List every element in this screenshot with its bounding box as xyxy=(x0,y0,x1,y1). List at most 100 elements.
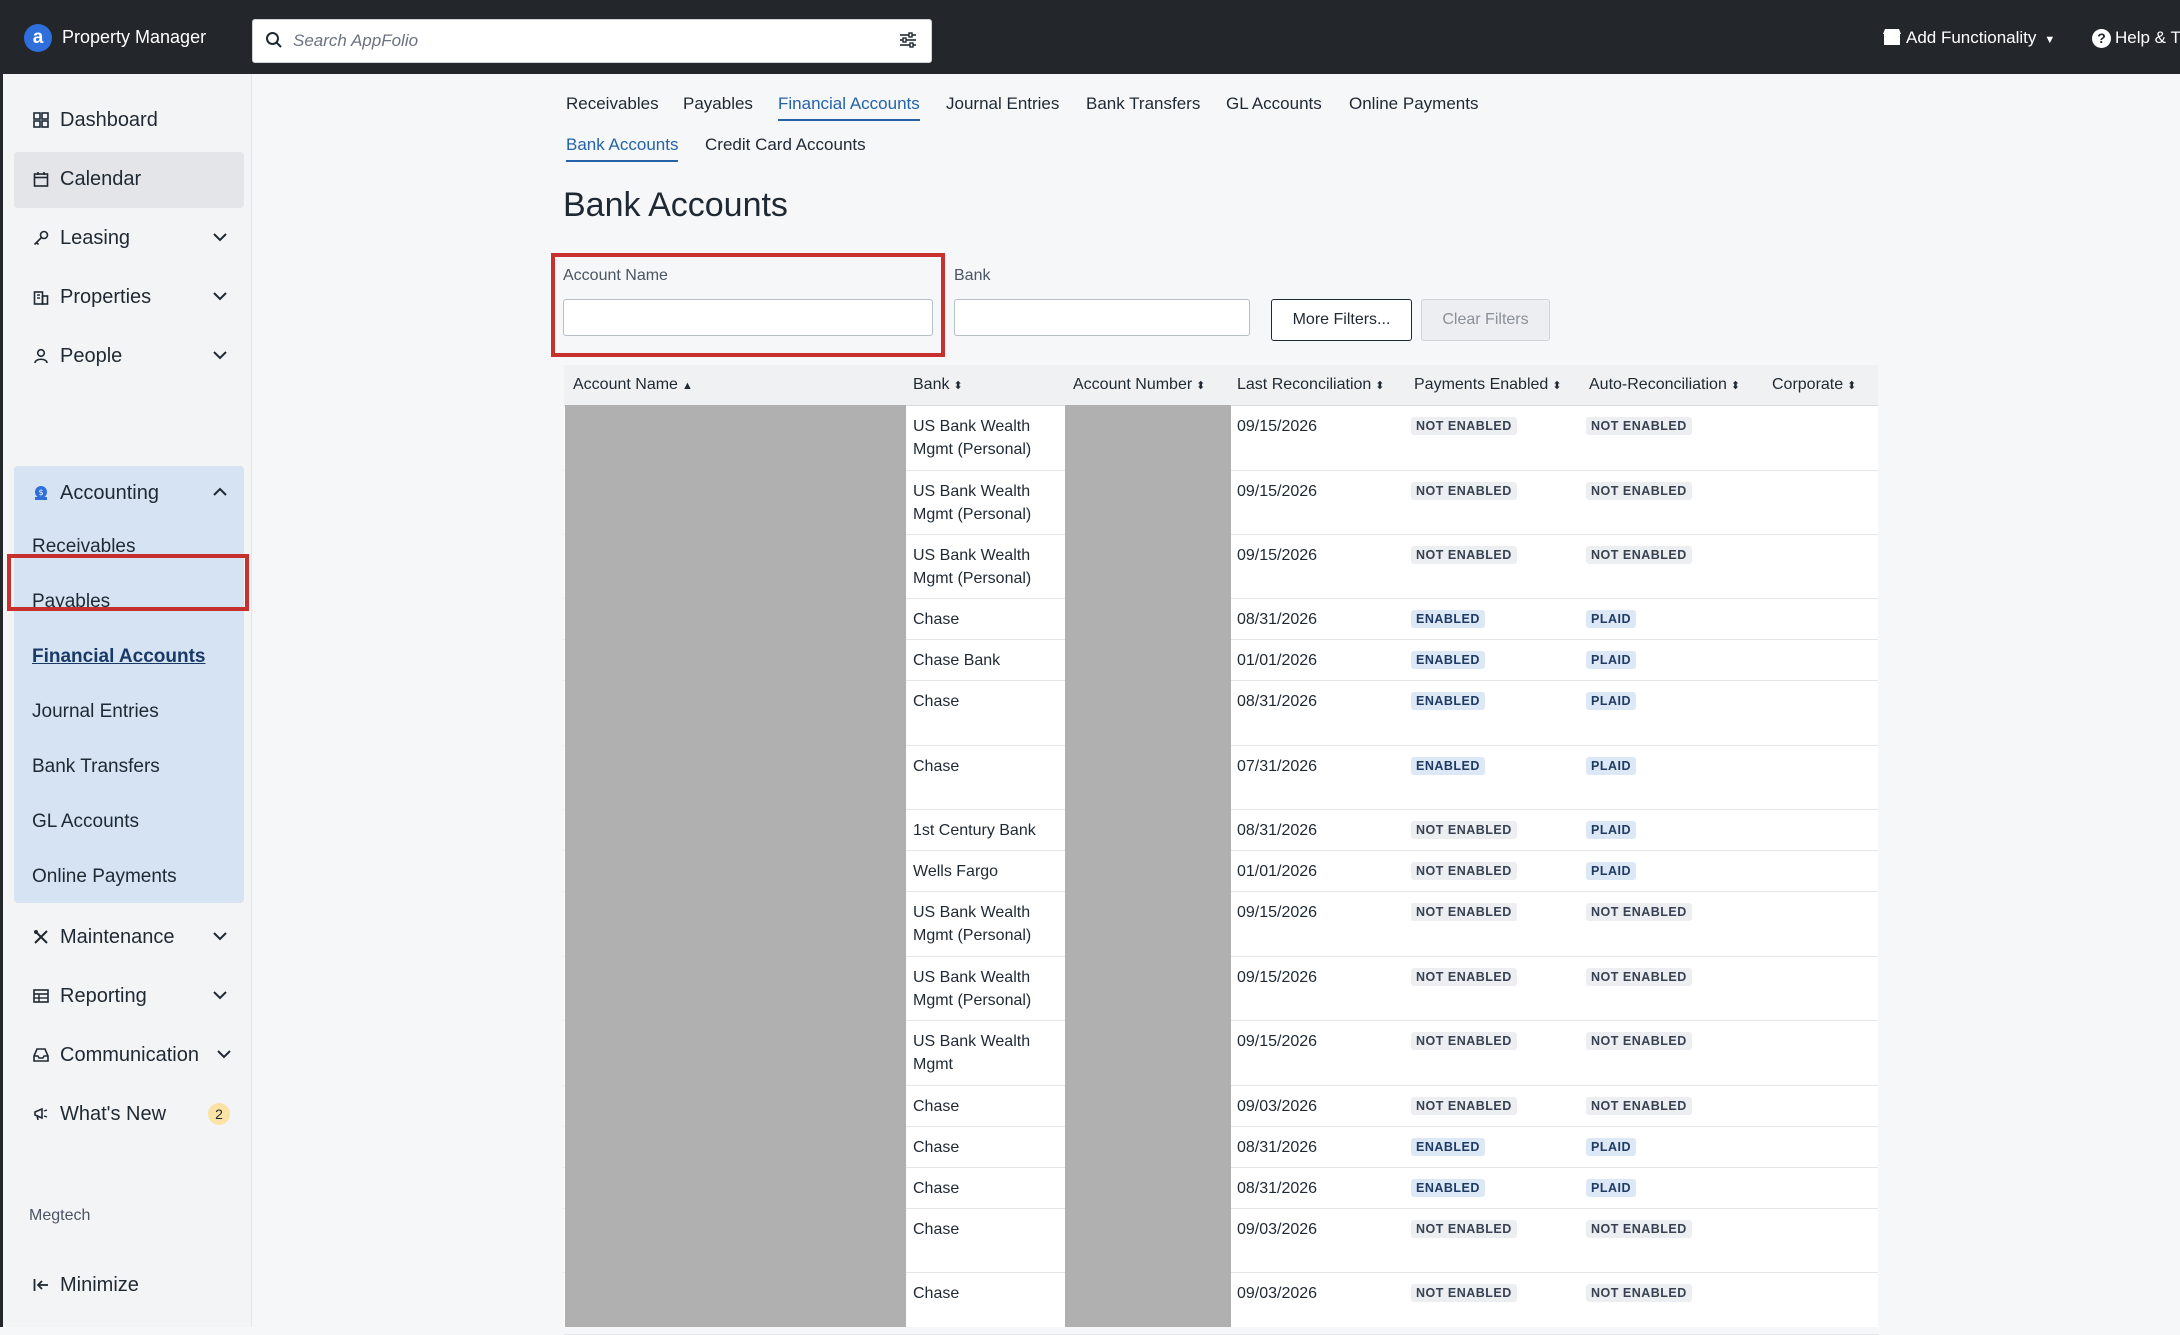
auto-reconciliation-badge: PLAID xyxy=(1586,862,1636,880)
chevron-down-icon xyxy=(213,932,227,941)
payments-enabled-badge: NOT ENABLED xyxy=(1411,862,1517,880)
auto-reconciliation-badge: PLAID xyxy=(1586,1138,1636,1156)
svg-text:$: $ xyxy=(38,488,43,497)
sidebar-item-label: Communication xyxy=(60,1044,199,1066)
sidebar-item-people[interactable]: People xyxy=(14,329,244,385)
auto-reconciliation-badge: NOT ENABLED xyxy=(1586,903,1692,921)
help-icon: ? xyxy=(2092,29,2111,48)
bank-cell: Chase xyxy=(913,1180,960,1197)
top-bar: a Property Manager Add Functionality ▼ ?H… xyxy=(0,0,2180,74)
sidebar-item-reporting[interactable]: Reporting xyxy=(14,969,244,1025)
payments-enabled-badge: ENABLED xyxy=(1411,692,1485,710)
column-header-account-name[interactable]: Account Name ▲ xyxy=(573,376,693,394)
column-header-account-number[interactable]: Account Number ⬍ xyxy=(1073,376,1205,394)
bank-cell: Chase Bank xyxy=(913,652,1001,669)
payments-enabled-badge: NOT ENABLED xyxy=(1411,968,1517,986)
column-header-bank[interactable]: Bank ⬍ xyxy=(913,376,963,394)
sidebar-subitem-journal-entries[interactable]: Journal Entries xyxy=(32,701,159,723)
payments-enabled-badge: NOT ENABLED xyxy=(1411,903,1517,921)
accounting-group: $ Accounting Receivables Payables Financ… xyxy=(14,466,244,903)
search-input[interactable] xyxy=(291,20,885,62)
subtab-bank-accounts[interactable]: Bank Accounts xyxy=(566,135,679,162)
sort-icon: ⬍ xyxy=(1552,380,1562,392)
calendar-icon xyxy=(33,172,49,187)
payments-enabled-badge: NOT ENABLED xyxy=(1411,1097,1517,1115)
tab-gl-accounts[interactable]: GL Accounts xyxy=(1226,94,1322,114)
column-header-payments-enabled[interactable]: Payments Enabled ⬍ xyxy=(1414,376,1562,394)
chevron-up-icon xyxy=(213,487,227,496)
person-icon xyxy=(34,348,48,364)
megaphone-icon xyxy=(34,1107,48,1121)
sidebar-item-dashboard[interactable]: Dashboard xyxy=(14,93,244,149)
sidebar-subitem-online-payments[interactable]: Online Payments xyxy=(32,866,177,888)
add-functionality-button[interactable]: Add Functionality ▼ xyxy=(1882,28,2055,48)
auto-reconciliation-badge: NOT ENABLED xyxy=(1586,482,1692,500)
accounting-icon: $ xyxy=(35,486,47,500)
more-filters-button[interactable]: More Filters... xyxy=(1271,299,1412,341)
chevron-down-icon xyxy=(213,991,227,1000)
column-header-auto-reconciliation[interactable]: Auto-Reconciliation ⬍ xyxy=(1589,376,1740,394)
sidebar-item-communication[interactable]: Communication xyxy=(14,1028,244,1084)
tab-receivables[interactable]: Receivables xyxy=(566,94,659,114)
sort-icon: ⬍ xyxy=(1375,380,1385,392)
payments-enabled-badge: NOT ENABLED xyxy=(1411,482,1517,500)
clear-filters-button[interactable]: Clear Filters xyxy=(1421,299,1550,341)
last-reconciliation-cell: 09/15/2026 xyxy=(1237,483,1318,500)
auto-reconciliation-badge: NOT ENABLED xyxy=(1586,1220,1692,1238)
payments-enabled-badge: ENABLED xyxy=(1411,1179,1485,1197)
sort-icon: ⬍ xyxy=(1196,380,1206,392)
search-box[interactable] xyxy=(252,19,932,63)
sort-icon: ⬍ xyxy=(1730,380,1741,392)
tab-bank-transfers[interactable]: Bank Transfers xyxy=(1086,94,1200,114)
sidebar-item-label: Minimize xyxy=(60,1274,139,1296)
sidebar-item-whats-new[interactable]: What's New 2 xyxy=(14,1087,244,1143)
auto-reconciliation-badge: PLAID xyxy=(1586,1179,1636,1197)
tab-online-payments[interactable]: Online Payments xyxy=(1349,94,1478,114)
last-reconciliation-cell: 08/31/2026 xyxy=(1237,1180,1318,1197)
auto-reconciliation-badge: PLAID xyxy=(1586,610,1636,628)
sidebar-subitem-gl-accounts[interactable]: GL Accounts xyxy=(32,811,139,833)
tab-financial-accounts[interactable]: Financial Accounts xyxy=(778,94,920,121)
sidebar-item-label: Reporting xyxy=(60,985,147,1007)
tab-payables[interactable]: Payables xyxy=(683,94,753,114)
app-name[interactable]: Property Manager xyxy=(62,27,206,48)
help-button[interactable]: ? Help & T xyxy=(2092,28,2180,48)
filter-sliders-icon[interactable] xyxy=(899,32,917,48)
bank-label: Bank xyxy=(954,267,991,284)
last-reconciliation-cell: 08/31/2026 xyxy=(1237,611,1318,628)
column-header-corporate[interactable]: Corporate ⬍ xyxy=(1772,376,1856,394)
bank-cell: US Bank Wealth Mgmt (Personal) xyxy=(913,547,1032,587)
bank-cell: Chase xyxy=(913,1285,960,1302)
bank-cell: US Bank Wealth Mgmt (Personal) xyxy=(913,483,1032,523)
bank-cell: US Bank Wealth Mgmt (Personal) xyxy=(913,969,1032,1009)
chevron-down-icon xyxy=(213,292,227,301)
bank-cell: US Bank Wealth Mgmt (Personal) xyxy=(913,418,1032,458)
appfolio-logo-icon[interactable]: a xyxy=(24,24,52,52)
sidebar-subitem-bank-transfers[interactable]: Bank Transfers xyxy=(32,756,160,778)
sidebar-item-properties[interactable]: Properties xyxy=(14,270,244,326)
payments-enabled-badge: NOT ENABLED xyxy=(1411,417,1517,435)
whats-new-count-badge: 2 xyxy=(208,1103,230,1125)
last-reconciliation-cell: 08/31/2026 xyxy=(1237,693,1318,710)
redacted-account-number-column xyxy=(1065,405,1231,1327)
last-reconciliation-cell: 01/01/2026 xyxy=(1237,652,1318,669)
add-functionality-label: Add Functionality xyxy=(1906,28,2037,47)
bank-cell: Chase xyxy=(913,693,960,710)
sidebar-item-leasing[interactable]: Leasing xyxy=(14,211,244,267)
sidebar-item-accounting[interactable]: $ Accounting xyxy=(14,466,244,522)
last-reconciliation-cell: 01/01/2026 xyxy=(1237,863,1318,880)
bank-cell: Wells Fargo xyxy=(913,863,999,880)
payments-enabled-badge: ENABLED xyxy=(1411,757,1485,775)
tab-journal-entries[interactable]: Journal Entries xyxy=(946,94,1059,114)
sidebar-item-maintenance[interactable]: Maintenance xyxy=(14,910,244,966)
sidebar-subitem-financial-accounts[interactable]: Financial Accounts xyxy=(32,646,206,668)
collapse-left-icon xyxy=(33,1279,48,1291)
last-reconciliation-cell: 08/31/2026 xyxy=(1237,1139,1318,1156)
sidebar-item-label: Dashboard xyxy=(60,109,158,131)
bank-input[interactable] xyxy=(954,299,1250,336)
subtab-credit-card-accounts[interactable]: Credit Card Accounts xyxy=(705,135,866,155)
column-header-last-reconciliation[interactable]: Last Reconciliation ⬍ xyxy=(1237,376,1385,394)
minimize-button[interactable]: Minimize xyxy=(14,1258,244,1314)
last-reconciliation-cell: 09/15/2026 xyxy=(1237,904,1318,921)
sidebar-item-calendar[interactable]: Calendar xyxy=(14,152,244,208)
